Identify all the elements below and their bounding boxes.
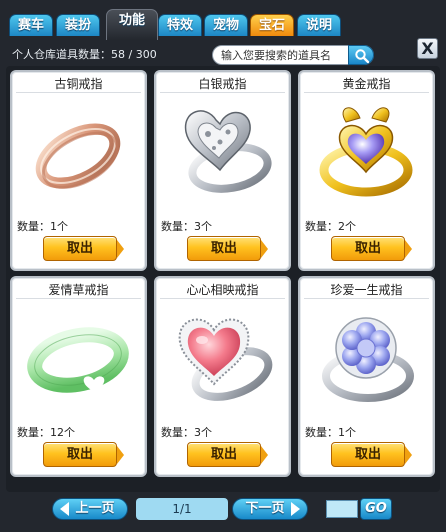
green-heart-band-icon	[27, 327, 129, 393]
item-quantity: 数量：12个	[17, 426, 75, 439]
go-button[interactable]: GO	[360, 498, 392, 520]
prev-page-label: 上一页	[75, 501, 115, 516]
blue-flower-ring-icon	[322, 317, 414, 402]
golden-gem-ring-icon	[319, 107, 413, 197]
arrow-left-icon	[60, 502, 69, 516]
next-page-label: 下一页	[245, 501, 285, 516]
goto-page-input[interactable]	[326, 500, 358, 518]
item-grid: 古铜戒指 数量：1个 取出 白银戒指 数量：3个 取出 黄金戒指 数量：2个 取…	[6, 66, 440, 492]
take-out-button[interactable]: 取出	[43, 442, 124, 467]
item-card: 古铜戒指 数量：1个 取出	[10, 70, 147, 271]
item-name: 白银戒指	[198, 77, 247, 91]
arrow-right-icon	[291, 502, 300, 516]
divider	[160, 298, 285, 299]
take-out-button[interactable]: 取出	[187, 236, 268, 261]
search-button[interactable]	[348, 45, 374, 65]
tab-function[interactable]: 功能	[106, 9, 158, 40]
divider	[304, 92, 429, 93]
take-out-button[interactable]: 取出	[43, 236, 124, 261]
item-name: 黄金戒指	[342, 77, 391, 91]
storage-count-label: 个人仓库道具数量：58 / 300	[12, 48, 157, 61]
item-quantity: 数量：2个	[305, 220, 356, 233]
pink-heart-ring-icon	[178, 318, 273, 401]
tab-race-car[interactable]: 赛车	[9, 14, 53, 36]
item-name: 珍爱一生戒指	[330, 283, 403, 297]
close-button[interactable]: X	[417, 38, 438, 59]
take-out-button[interactable]: 取出	[187, 442, 268, 467]
prev-page-button[interactable]: 上一页	[52, 498, 128, 520]
take-out-button[interactable]: 取出	[331, 442, 412, 467]
search-input[interactable]	[221, 46, 349, 64]
item-card: 黄金戒指 数量：2个 取出	[298, 70, 435, 271]
item-quantity: 数量：1个	[305, 426, 356, 439]
divider	[304, 298, 429, 299]
silver-heart-ring-icon	[184, 110, 272, 193]
item-card: 白银戒指 数量：3个 取出	[154, 70, 291, 271]
divider	[16, 92, 141, 93]
tab-help[interactable]: 说明	[297, 14, 341, 36]
item-card: 心心相映戒指 数量：3个 取出	[154, 276, 291, 477]
item-card: 爱情草戒指 数量：12个 取出	[10, 276, 147, 477]
bronze-ring-icon	[35, 123, 121, 189]
item-card: 珍爱一生戒指 数量：1个 取出	[298, 276, 435, 477]
page-indicator: 1/1	[136, 498, 228, 520]
item-name: 古铜戒指	[54, 77, 103, 91]
category-tabs: 赛车 装扮 功能 特效 宠物 宝石 说明	[0, 0, 446, 40]
item-quantity: 数量：1个	[17, 220, 68, 233]
tab-pets[interactable]: 宠物	[204, 14, 248, 36]
tab-outfit[interactable]: 装扮	[56, 14, 100, 36]
search-box	[212, 45, 374, 65]
tab-effects[interactable]: 特效	[158, 14, 202, 36]
next-page-button[interactable]: 下一页	[232, 498, 308, 520]
item-name: 心心相映戒指	[186, 283, 259, 297]
pagination-bar: 上一页 1/1 下一页 GO	[0, 494, 446, 532]
item-quantity: 数量：3个	[161, 220, 212, 233]
search-icon	[355, 49, 370, 64]
divider	[16, 298, 141, 299]
item-quantity: 数量：3个	[161, 426, 212, 439]
take-out-button[interactable]: 取出	[331, 236, 412, 261]
tab-gems[interactable]: 宝石	[250, 14, 294, 36]
item-name: 爱情草戒指	[48, 283, 109, 297]
divider	[160, 92, 285, 93]
